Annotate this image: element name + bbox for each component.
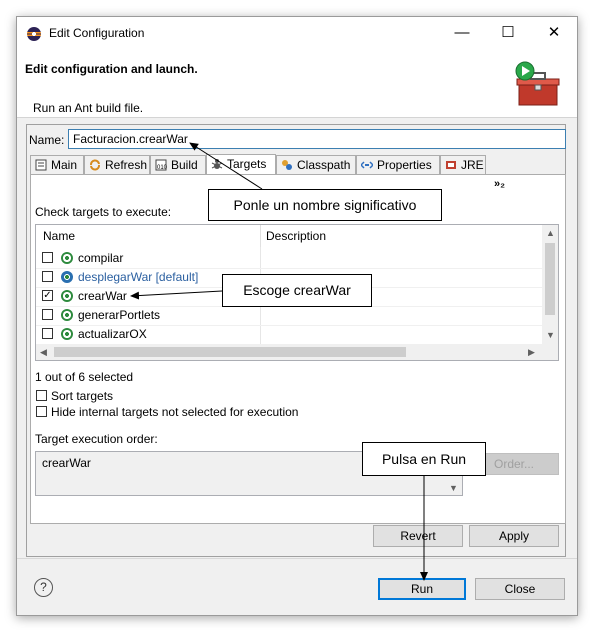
header-title: Edit configuration and launch.	[25, 62, 198, 76]
default-target-icon	[61, 271, 73, 283]
target-icon	[61, 328, 73, 340]
header-divider	[260, 225, 261, 247]
scroll-down-icon[interactable]: ▼	[546, 330, 555, 340]
tab-refresh-label: Refresh	[105, 158, 148, 172]
target-icon	[61, 309, 73, 321]
close-button[interactable]: Close	[475, 578, 565, 600]
target-checkbox[interactable]	[42, 309, 53, 320]
sort-targets-checkbox[interactable]	[36, 390, 47, 401]
tab-build[interactable]: 010 Build	[150, 155, 206, 175]
tab-properties-label: Properties	[377, 158, 432, 172]
maximize-button[interactable]: ☐	[485, 17, 531, 49]
tab-build-label: Build	[171, 158, 198, 172]
table-row[interactable]: generarPortlets	[36, 306, 542, 326]
column-description-header[interactable]: Description	[266, 225, 326, 247]
callout-name-hint: Ponle un nombre significativo	[208, 189, 442, 221]
ant-icon	[211, 159, 223, 169]
name-label: Name:	[29, 133, 65, 147]
scroll-right-icon[interactable]: ▶	[528, 347, 535, 358]
check-targets-label: Check targets to execute:	[35, 205, 172, 219]
minimize-button[interactable]: —	[439, 17, 485, 49]
horizontal-scrollbar[interactable]: ◀ ▶	[36, 344, 558, 360]
close-window-button[interactable]: ✕	[531, 17, 577, 49]
tab-classpath-label: Classpath	[297, 158, 351, 172]
window-title: Edit Configuration	[49, 26, 145, 40]
target-name: crearWar	[78, 289, 127, 303]
target-name: compilar	[78, 251, 124, 265]
horizontal-scroll-thumb[interactable]	[54, 347, 406, 357]
classpath-icon	[282, 160, 292, 170]
refresh-icon	[90, 159, 100, 171]
target-checkbox[interactable]	[42, 271, 53, 282]
table-row[interactable]: compilar	[36, 249, 542, 269]
target-icon	[61, 290, 73, 302]
selection-status: 1 out of 6 selected	[35, 370, 134, 384]
tab-targets[interactable]: Targets	[206, 154, 276, 176]
run-button[interactable]: Run	[378, 578, 466, 600]
sort-targets-label: Sort targets	[51, 389, 114, 403]
name-field[interactable]: Facturacion.crearWar	[68, 129, 566, 149]
scroll-up-icon[interactable]: ▲	[546, 228, 555, 238]
target-icon	[61, 252, 73, 264]
execution-order-label: Target execution order:	[35, 432, 158, 446]
callout-run-hint: Pulsa en Run	[362, 442, 486, 476]
title-bar: Edit Configuration — ☐ ✕	[17, 17, 577, 49]
target-name: desplegarWar [default]	[78, 270, 199, 284]
hide-internal-checkbox[interactable]	[36, 406, 47, 417]
properties-icon	[361, 161, 373, 169]
tab-jre[interactable]: JRE	[440, 155, 486, 175]
target-checkbox-checked[interactable]: ✓	[42, 290, 53, 301]
main-tab-icon	[35, 159, 47, 171]
target-name: actualizarOX	[78, 327, 147, 341]
toolbox-run-icon	[515, 61, 560, 106]
dialog-header: Edit configuration and launch. Run an An…	[17, 49, 577, 118]
tab-overflow-button[interactable]: »₂	[494, 178, 505, 190]
vertical-scrollbar[interactable]: ▲ ▼	[542, 225, 558, 344]
tab-main-label: Main	[51, 158, 78, 172]
table-row[interactable]: actualizarOX	[36, 325, 542, 345]
tab-properties[interactable]: Properties	[356, 155, 440, 175]
jre-icon	[446, 161, 456, 169]
tab-main[interactable]: Main	[30, 155, 84, 175]
eclipse-icon	[27, 27, 41, 41]
vertical-scroll-thumb[interactable]	[545, 243, 555, 315]
apply-button[interactable]: Apply	[469, 525, 559, 547]
help-icon[interactable]: ?	[34, 578, 53, 597]
build-icon: 010	[155, 159, 167, 171]
svg-text:010: 010	[157, 165, 167, 171]
tab-refresh[interactable]: Refresh	[84, 155, 150, 175]
target-name: generarPortlets	[78, 308, 161, 322]
callout-target-hint: Escoge crearWar	[222, 274, 372, 307]
target-checkbox[interactable]	[42, 252, 53, 263]
footer-separator	[17, 558, 577, 559]
target-checkbox[interactable]	[42, 328, 53, 339]
revert-button[interactable]: Revert	[373, 525, 463, 547]
order-scroll-down-icon[interactable]: ▼	[449, 483, 458, 493]
hide-internal-label: Hide internal targets not selected for e…	[51, 405, 299, 419]
header-subtitle: Run an Ant build file.	[33, 101, 144, 115]
column-name-header[interactable]: Name	[43, 225, 75, 247]
tab-targets-label: Targets	[227, 157, 267, 171]
execution-order-item: crearWar	[42, 456, 91, 470]
scroll-left-icon[interactable]: ◀	[40, 347, 47, 358]
tab-classpath[interactable]: Classpath	[276, 155, 356, 175]
tab-jre-label: JRE	[461, 158, 484, 172]
